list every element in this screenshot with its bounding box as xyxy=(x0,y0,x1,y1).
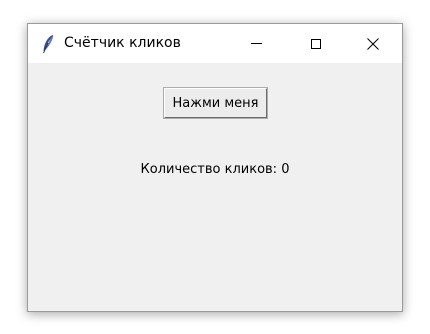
feather-icon xyxy=(43,35,54,54)
maximize-button[interactable] xyxy=(293,24,339,63)
click-me-button[interactable]: Нажми меня xyxy=(163,87,268,119)
close-icon xyxy=(367,37,379,50)
click-counter-label: Количество кликов: 0 xyxy=(140,162,290,177)
close-button[interactable] xyxy=(350,24,396,63)
title-bar[interactable]: Счётчик кликов xyxy=(28,24,402,63)
maximize-icon xyxy=(311,38,321,49)
minimize-button[interactable] xyxy=(233,24,279,63)
minimize-icon xyxy=(250,43,262,44)
app-window: Счётчик кликов Нажми меня Количество кли… xyxy=(27,23,403,312)
client-area: Нажми меня Количество кликов: 0 xyxy=(28,63,402,311)
window-title: Счётчик кликов xyxy=(64,35,181,51)
